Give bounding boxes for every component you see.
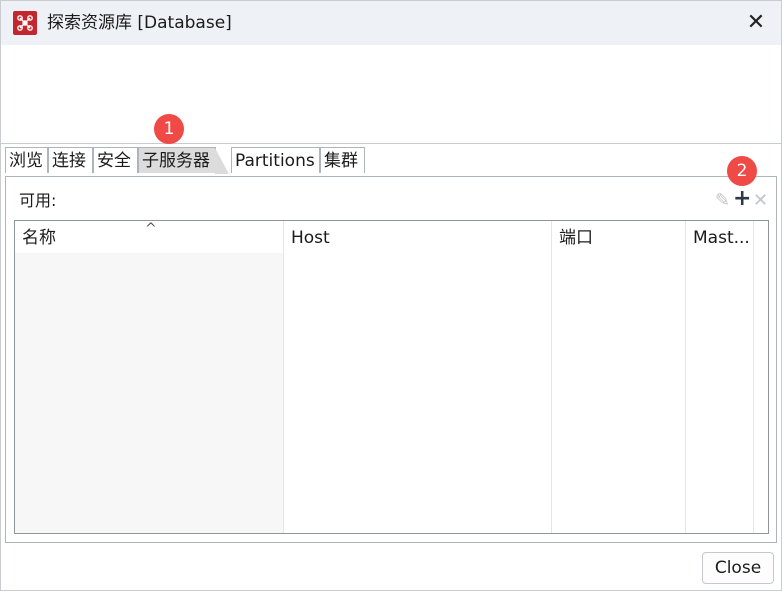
name-column-body [15,253,283,533]
sub-servers-table: 名称 ^ Host 端口 Mast... [14,220,769,534]
annotation-marker-1: 1 [154,114,184,144]
close-icon[interactable]: ✕ [741,9,771,37]
dialog-window: 探索资源库 [Database] ✕ 浏览 连接 安全 子服务器 Partiti… [0,0,782,591]
column-host: Host [284,221,552,533]
annotation-marker-2: 2 [727,156,757,186]
column-master: Mast... [686,221,754,533]
tab-sub-servers[interactable]: 子服务器 [138,147,229,174]
sort-indicator-icon: ^ [145,221,157,237]
edit-icon[interactable]: ✎ [715,191,730,211]
tab-security[interactable]: 安全 [93,147,138,173]
app-icon [13,11,37,35]
column-port: 端口 [552,221,686,533]
column-name: 名称 ^ [15,221,284,533]
tab-strip: 浏览 连接 安全 子服务器 Partitions 集群 [5,147,777,177]
column-header-host[interactable]: Host [291,227,330,249]
tab-cluster[interactable]: 集群 [320,147,365,173]
title-bar: 探索资源库 [Database] ✕ [1,1,781,45]
available-label: 可用: [19,191,57,210]
column-header-name[interactable]: 名称 [22,227,56,249]
divider [1,143,781,144]
remove-icon[interactable]: ✕ [753,191,768,211]
column-header-port[interactable]: 端口 [559,227,593,249]
window-title: 探索资源库 [Database] [47,13,232,33]
tab-partitions[interactable]: Partitions [231,147,320,173]
close-button[interactable]: Close [702,552,774,584]
add-icon[interactable]: + [733,188,751,210]
tab-browse[interactable]: 浏览 [5,147,48,173]
column-header-master[interactable]: Mast... [693,227,750,249]
tab-connection[interactable]: 连接 [48,147,93,173]
